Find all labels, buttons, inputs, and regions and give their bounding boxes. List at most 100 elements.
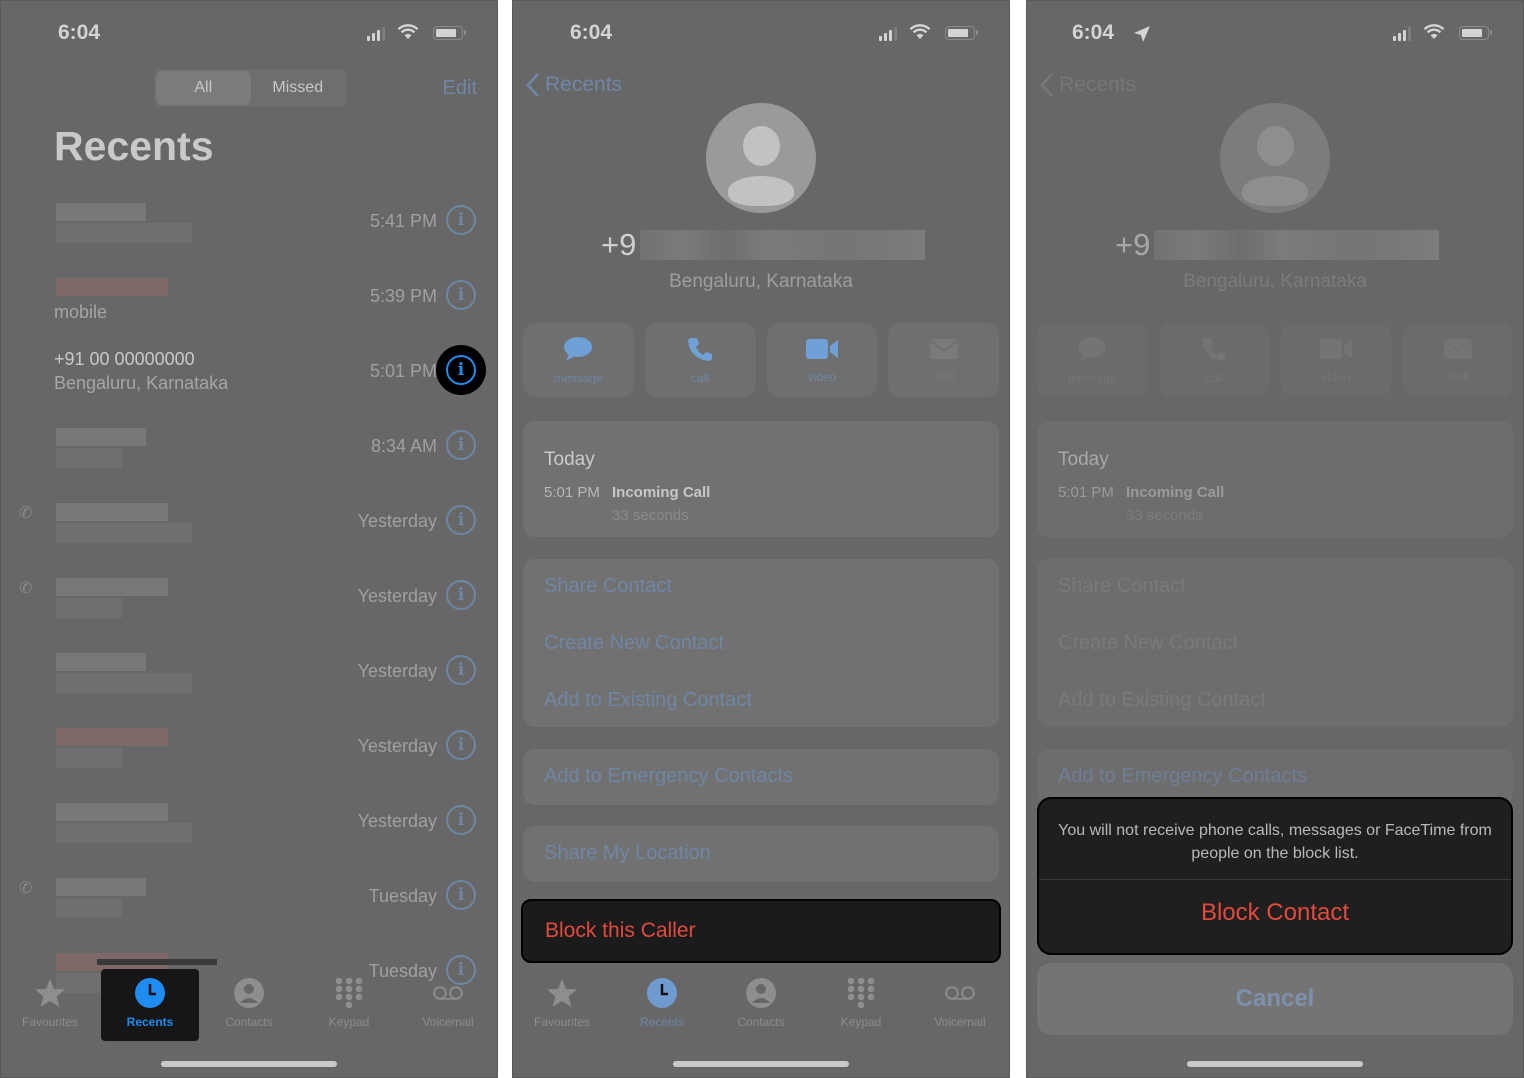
action-label: mail — [932, 368, 955, 383]
home-indicator[interactable] — [1187, 1061, 1363, 1067]
call-action-button[interactable]: call — [644, 323, 756, 397]
recent-call-row[interactable]: 5:41 PM i — [1, 183, 497, 258]
message-icon — [1077, 336, 1107, 367]
add-to-emergency-contacts-link[interactable]: Add to Emergency Contacts — [1058, 765, 1307, 788]
call-log-time: 5:01 PM — [1058, 484, 1114, 501]
redacted-contact-name — [56, 728, 168, 746]
mail-action-button[interactable]: mail — [888, 323, 999, 397]
share-my-location-link[interactable]: Share My Location — [544, 842, 711, 865]
share-contact-link[interactable]: Share Contact — [544, 575, 672, 598]
video-action-button[interactable]: video — [766, 323, 878, 397]
tab-keypad[interactable]: Keypad — [812, 969, 910, 1041]
home-indicator[interactable] — [161, 1061, 337, 1067]
action-label: message — [554, 370, 603, 385]
chevron-left-icon — [526, 73, 539, 97]
recent-call-row[interactable]: +91 00 00000000 Bengaluru, Karnataka 5:01 … — [1, 333, 497, 408]
recent-call-row[interactable]: ✆ Yesterday i — [1, 558, 497, 633]
star-icon — [546, 977, 578, 1009]
message-action-button[interactable]: message — [523, 323, 634, 397]
block-caller-button[interactable]: Block this Caller — [521, 899, 1001, 963]
tab-favourites[interactable]: Favourites — [1, 969, 99, 1041]
scroll-indicator[interactable] — [97, 959, 217, 965]
wifi-icon — [909, 24, 931, 45]
contact-avatar — [706, 103, 816, 213]
tab-label: Contacts — [737, 1015, 785, 1029]
redacted-contact-name — [56, 203, 146, 221]
tab-contacts[interactable]: Contacts — [200, 969, 298, 1041]
info-button[interactable]: i — [446, 805, 476, 835]
call-action-button[interactable]: call — [1158, 323, 1270, 397]
back-button[interactable]: Recents — [525, 73, 622, 97]
create-new-contact-link[interactable]: Create New Contact — [1058, 632, 1238, 655]
video-action-button[interactable]: video — [1280, 323, 1392, 397]
tab-label: Contacts — [225, 1015, 273, 1029]
create-new-contact-link[interactable]: Create New Contact — [544, 632, 724, 655]
recent-call-row[interactable]: Yesterday i — [1, 708, 497, 783]
recent-call-row[interactable]: mobile 5:39 PM i — [1, 258, 497, 333]
call-log-duration: 33 seconds — [612, 507, 689, 524]
message-action-button[interactable]: message — [1037, 323, 1148, 397]
battery-icon — [945, 26, 978, 40]
recent-call-row[interactable]: ✆ Tuesday i — [1, 858, 497, 933]
tab-recents[interactable]: Recents — [613, 969, 711, 1041]
home-indicator[interactable] — [673, 1061, 849, 1067]
caller-number-prefix: +9 — [1115, 227, 1151, 262]
info-button[interactable]: i — [446, 205, 476, 235]
tab-voicemail[interactable]: Voicemail — [399, 969, 497, 1041]
tab-favourites[interactable]: Favourites — [513, 969, 611, 1041]
tab-contacts[interactable]: Contacts — [712, 969, 810, 1041]
add-to-emergency-contacts-link[interactable]: Add to Emergency Contacts — [544, 765, 793, 788]
tab-voicemail[interactable]: Voicemail — [911, 969, 1009, 1041]
info-button[interactable]: i — [446, 505, 476, 535]
call-subtitle: Bengaluru, Karnataka — [54, 373, 229, 393]
quick-actions: message call video mail — [523, 323, 999, 397]
clock-icon — [134, 977, 166, 1009]
action-label: video — [807, 369, 837, 384]
call-log-time: 5:01 PM — [544, 484, 600, 501]
info-button[interactable]: i — [436, 345, 486, 395]
call-time: Yesterday — [357, 661, 437, 681]
segment-missed[interactable]: Missed — [251, 71, 346, 105]
back-button[interactable]: Recents — [1039, 73, 1136, 97]
divider — [1039, 879, 1511, 880]
message-icon — [563, 336, 593, 367]
info-button[interactable]: i — [446, 280, 476, 310]
recent-call-row[interactable]: Yesterday i — [1, 633, 497, 708]
back-label: Recents — [1059, 73, 1137, 96]
segment-all[interactable]: All — [156, 71, 251, 105]
action-label: call — [1205, 370, 1224, 385]
recent-call-row[interactable]: 8:34 AM i — [1, 408, 497, 483]
mail-action-button[interactable]: mail — [1402, 323, 1513, 397]
tab-recents[interactable]: Recents — [101, 969, 199, 1041]
call-time: Yesterday — [357, 586, 437, 606]
add-to-existing-contact-link[interactable]: Add to Existing Contact — [1058, 689, 1266, 712]
edit-button[interactable]: Edit — [443, 77, 477, 100]
share-contact-link[interactable]: Share Contact — [1058, 575, 1186, 598]
add-to-existing-contact-link[interactable]: Add to Existing Contact — [544, 689, 752, 712]
info-button[interactable]: i — [446, 430, 476, 460]
call-log-duration: 33 seconds — [1126, 507, 1203, 524]
redacted-contact-name — [56, 878, 146, 896]
person-circle-icon — [233, 977, 265, 1009]
outgoing-call-icon: ✆ — [19, 880, 33, 897]
block-contact-button[interactable]: Block Contact — [1039, 899, 1511, 927]
clock-icon — [646, 977, 678, 1009]
call-time: Yesterday — [357, 736, 437, 756]
call-log-day: Today — [544, 449, 595, 470]
cancel-button[interactable]: Cancel — [1037, 963, 1513, 1035]
back-label: Recents — [545, 73, 623, 96]
info-button[interactable]: i — [446, 580, 476, 610]
recent-call-row[interactable]: ✆ Yesterday i — [1, 483, 497, 558]
wifi-icon — [1423, 24, 1445, 45]
info-button[interactable]: i — [446, 880, 476, 910]
recent-call-row[interactable]: Yesterday i — [1, 783, 497, 858]
status-time: 6:04 — [1072, 21, 1115, 44]
status-bar: 6:04 — [1, 19, 497, 49]
redacted-contact-detail — [56, 223, 192, 243]
redacted-contact-detail — [56, 523, 192, 543]
redacted-contact-detail — [56, 448, 122, 468]
tab-keypad[interactable]: Keypad — [300, 969, 398, 1041]
info-button[interactable]: i — [446, 730, 476, 760]
status-bar: 6:04 — [513, 19, 1009, 49]
info-button[interactable]: i — [446, 655, 476, 685]
